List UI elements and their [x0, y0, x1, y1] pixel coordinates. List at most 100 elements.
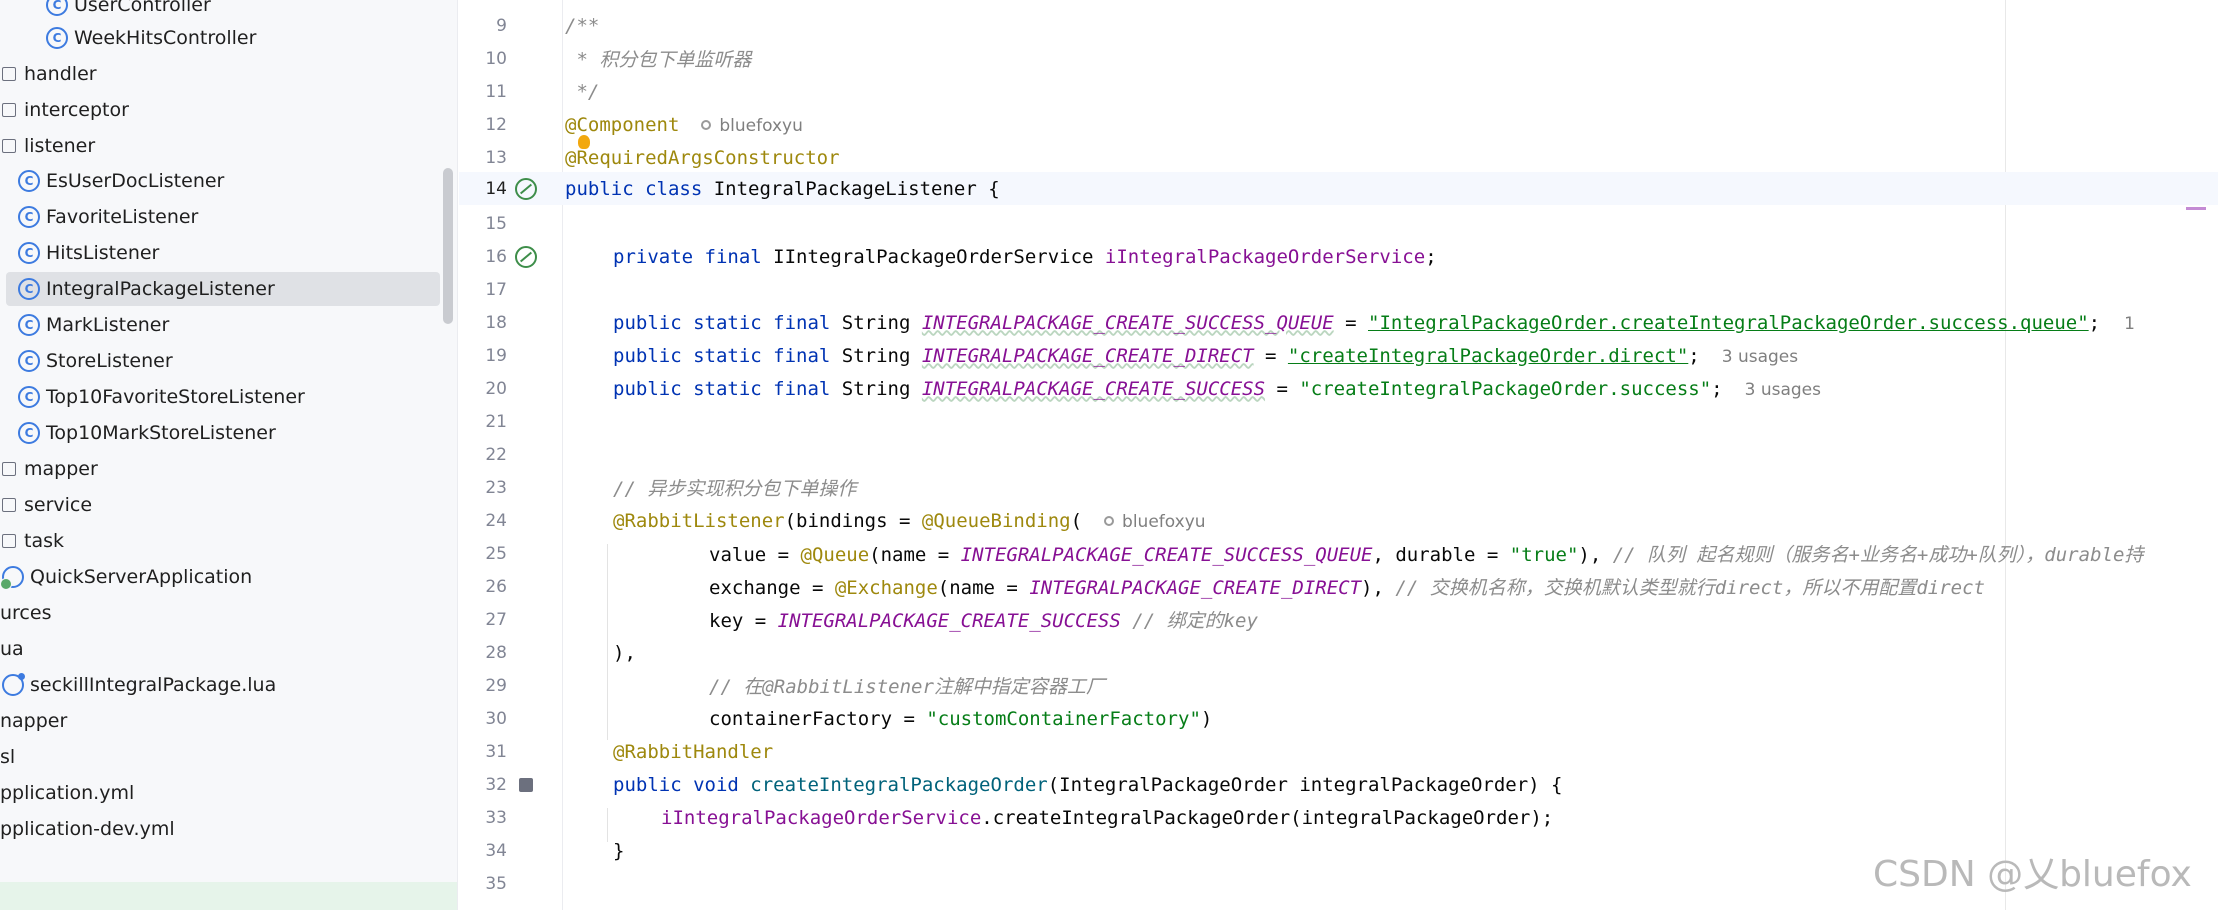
tree-item[interactable]: pplication-dev.yml	[0, 812, 442, 846]
constant-name: INTEGRALPACKAGE_CREATE_SUCCESS_QUEUE	[921, 311, 1334, 334]
code-fragment: .createIntegralPackageOrder(integralPack…	[981, 806, 1554, 829]
field-name: iIntegralPackageOrderService	[1104, 245, 1426, 268]
code-line-29[interactable]: 29 // 在@RabbitListener注解中指定容器工厂	[459, 669, 2218, 702]
tree-item[interactable]: C WeekHitsController	[0, 21, 442, 55]
code-line-27[interactable]: 27 key = INTEGRALPACKAGE_CREATE_SUCCESS …	[459, 603, 2218, 636]
code-line-17[interactable]: 17	[459, 273, 2218, 306]
watermark-text: CSDN @乂bluefox	[1873, 854, 2192, 895]
code-line-18[interactable]: 18 public static final String INTEGRALPA…	[459, 306, 2218, 339]
tree-scrollbar[interactable]	[443, 168, 453, 324]
tree-item[interactable]: ua	[0, 632, 442, 666]
bean-gutter-icon[interactable]	[514, 177, 538, 201]
type-name: String	[841, 377, 922, 400]
code-line-13[interactable]: 13 @RequiredArgsConstructor	[459, 141, 2218, 174]
code-text: }	[613, 839, 625, 862]
line-number: 27	[485, 609, 507, 630]
code-line-30[interactable]: 30 containerFactory = "customContainerFa…	[459, 702, 2218, 735]
semicolon: ;	[1688, 344, 1700, 367]
java-class-icon: C	[18, 170, 40, 192]
code-line-16[interactable]: 16 private final IIntegralPackageOrderSe…	[459, 240, 2218, 273]
line-number: 18	[485, 312, 507, 333]
author-hint[interactable]: bluefoxyu	[701, 116, 803, 136]
line-number: 19	[485, 345, 507, 366]
tree-item-label: MarkListener	[46, 314, 170, 336]
tree-item-label: mapper	[24, 458, 98, 480]
code-line-22[interactable]: 22	[459, 438, 2218, 471]
tree-item[interactable]: urces	[0, 596, 442, 630]
code-line-11[interactable]: 11 */	[459, 75, 2218, 108]
tree-item[interactable]: C StoreListener	[0, 344, 442, 378]
code-editor[interactable]: 9 /** 10 * 积分包下单监听器 11 */ 12 @Component b…	[459, 0, 2218, 910]
code-line-20[interactable]: 20 public static final String INTEGRALPA…	[459, 372, 2218, 405]
line-number: 32	[485, 774, 507, 795]
code-text: @RequiredArgsConstructor	[565, 146, 840, 169]
code-fragment: exchange =	[709, 577, 835, 599]
tree-item[interactable]: C UserController	[0, 0, 442, 22]
string-literal: "customContainerFactory"	[926, 707, 1201, 730]
assign: =	[1333, 311, 1368, 334]
tree-item[interactable]: mapper	[0, 452, 442, 486]
code-line-10[interactable]: 10 * 积分包下单监听器	[459, 42, 2218, 75]
string-literal: "true"	[1509, 544, 1579, 566]
tree-item[interactable]: listener	[0, 129, 442, 163]
tree-item[interactable]: task	[0, 524, 442, 558]
tree-item-label: handler	[24, 63, 97, 85]
code-line-26[interactable]: 26 exchange = @Exchange(name = INTEGRALP…	[459, 570, 2218, 603]
spring-app-icon	[0, 566, 24, 590]
tree-item[interactable]: sl	[0, 740, 442, 774]
line-number: 14	[485, 178, 507, 199]
tree-item[interactable]: C Top10MarkStoreListener	[0, 416, 442, 450]
comment-text: 积分包下单监听器	[599, 49, 752, 71]
code-line-9[interactable]: 9 /**	[459, 9, 2218, 42]
code-line-25[interactable]: 25 value = @Queue(name = INTEGRALPACKAGE…	[459, 537, 2218, 570]
code-line-24[interactable]: 24 @RabbitListener(bindings = @QueueBind…	[459, 504, 2218, 537]
code-line-21[interactable]: 21	[459, 405, 2218, 438]
code-line-14[interactable]: 14 public class IntegralPackageListener …	[459, 172, 2218, 205]
java-class-icon: C	[18, 206, 40, 228]
tree-item-label: HitsListener	[46, 242, 160, 264]
tree-item[interactable]: interceptor	[0, 93, 442, 127]
tree-item[interactable]: handler	[0, 57, 442, 91]
spring-bean-icon	[515, 245, 537, 268]
usages-hint[interactable]: 1	[2124, 314, 2135, 334]
tree-item[interactable]: C MarkListener	[0, 308, 442, 342]
line-number: 35	[485, 873, 507, 894]
code-line-15[interactable]: 15	[459, 207, 2218, 240]
intention-bulb-icon[interactable]	[578, 135, 590, 149]
constant-name: INTEGRALPACKAGE_CREATE_SUCCESS	[921, 377, 1266, 400]
code-fragment: , durable =	[1372, 544, 1510, 566]
code-line-28[interactable]: 28 ),	[459, 636, 2218, 669]
rabbit-gutter-icon[interactable]	[514, 773, 538, 797]
tree-item[interactable]: napper	[0, 704, 442, 738]
code-line-12[interactable]: 12 @Component bluefoxyu	[459, 108, 2218, 141]
code-text: public void createIntegralPackageOrder(I…	[613, 774, 1562, 796]
code-line-19[interactable]: 19 public static final String INTEGRALPA…	[459, 339, 2218, 372]
tree-item[interactable]: seckillIntegralPackage.lua	[0, 668, 442, 702]
bean-gutter-icon[interactable]	[514, 245, 538, 269]
line-number: 9	[496, 15, 507, 36]
line-number: 31	[485, 741, 507, 762]
code-line-23[interactable]: 23 // 异步实现积分包下单操作	[459, 471, 2218, 504]
line-number: 15	[485, 213, 507, 234]
code-fragment: (name =	[869, 544, 961, 566]
code-line-33[interactable]: 33 iIntegralPackageOrderService.createIn…	[459, 801, 2218, 834]
line-number: 13	[485, 147, 507, 168]
usages-hint[interactable]: 3 usages	[1745, 380, 1821, 400]
tree-item[interactable]: QuickServerApplication	[0, 560, 442, 594]
tree-item-label: StoreListener	[46, 350, 173, 372]
code-text: public static final String INTEGRALPACKA…	[613, 378, 1821, 400]
tree-item[interactable]: C FavoriteListener	[0, 200, 442, 234]
tree-item[interactable]: C Top10FavoriteStoreListener	[0, 380, 442, 414]
tree-item[interactable]: pplication.yml	[0, 776, 442, 810]
tree-item[interactable]: service	[0, 488, 442, 522]
usages-hint[interactable]: 3 usages	[1722, 347, 1798, 367]
tree-item-label: pplication.yml	[0, 782, 135, 804]
tree-item[interactable]: C EsUserDocListener	[0, 164, 442, 198]
code-line-32[interactable]: 32 public void createIntegralPackageOrde…	[459, 768, 2218, 801]
code-line-31[interactable]: 31 @RabbitHandler	[459, 735, 2218, 768]
tree-item[interactable]: C HitsListener	[0, 236, 442, 270]
code-text: key = INTEGRALPACKAGE_CREATE_SUCCESS // …	[709, 606, 1258, 633]
keyword: public class	[565, 177, 714, 200]
tree-item[interactable]: C IntegralPackageListener	[6, 272, 440, 306]
author-hint[interactable]: bluefoxyu	[1104, 512, 1206, 532]
